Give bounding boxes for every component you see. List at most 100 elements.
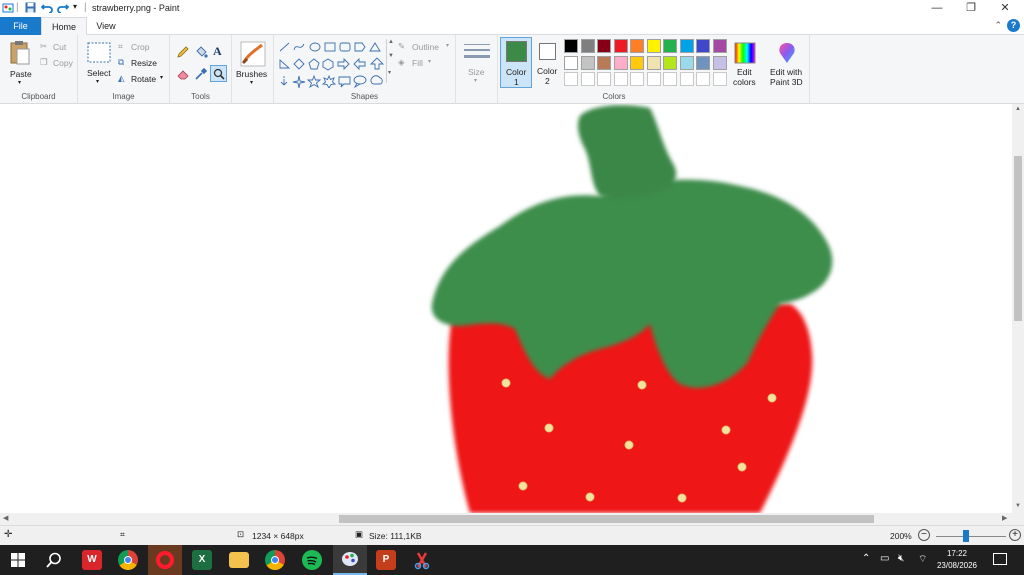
vertical-scroll-thumb[interactable] xyxy=(1014,156,1022,321)
copy-button[interactable]: ❐ Copy xyxy=(40,57,76,69)
clock-date[interactable]: 23/08/2026 xyxy=(934,561,980,570)
file-explorer-icon[interactable] xyxy=(229,552,249,568)
custom-color-slot[interactable] xyxy=(597,72,611,86)
palette-swatch[interactable] xyxy=(597,39,611,53)
palette-swatch[interactable] xyxy=(564,55,578,70)
palette-swatch[interactable] xyxy=(597,55,611,70)
palette-swatch[interactable] xyxy=(580,39,595,53)
spotify-icon[interactable] xyxy=(302,550,322,570)
palette-swatch[interactable] xyxy=(663,55,677,70)
custom-color-slot[interactable] xyxy=(564,72,578,86)
outline-button[interactable]: ✎ Outline ▾ xyxy=(398,41,454,53)
zoom-slider-track[interactable] xyxy=(936,536,1006,537)
horizontal-scrollbar[interactable]: ◀ ▶ xyxy=(0,513,1012,525)
custom-color-slot[interactable] xyxy=(663,72,677,86)
help-icon[interactable]: ? xyxy=(1007,19,1020,32)
snipping-tool-icon[interactable] xyxy=(412,550,432,570)
color1-button[interactable]: Color 1 xyxy=(500,37,532,88)
search-icon[interactable] xyxy=(46,552,62,568)
paint-icon[interactable] xyxy=(333,545,367,575)
resize-button[interactable]: ⧉ Resize xyxy=(118,57,166,69)
scroll-up-icon[interactable]: ▲ xyxy=(1015,106,1021,112)
clock-time[interactable]: 17:22 xyxy=(934,549,980,558)
expand-gallery-icon[interactable]: ▾ xyxy=(388,69,391,76)
restore-button[interactable]: ❐ xyxy=(954,0,988,17)
scroll-left-icon[interactable]: ◀ xyxy=(3,514,8,522)
palette-swatch[interactable] xyxy=(630,39,644,53)
scroll-up-icon[interactable]: ▲ xyxy=(388,39,394,45)
collapse-ribbon-icon[interactable]: ⌃ xyxy=(994,20,1002,31)
custom-color-slot[interactable] xyxy=(646,72,661,86)
palette-swatch[interactable] xyxy=(580,55,595,70)
tab-home[interactable]: Home xyxy=(41,17,87,36)
shapes-scroll[interactable]: ▲ ▼ ▾ xyxy=(386,39,394,83)
cut-button[interactable]: ✂ Cut xyxy=(40,41,76,53)
zoom-slider-thumb[interactable] xyxy=(963,530,970,542)
close-button[interactable]: ✕ xyxy=(988,0,1022,17)
palette-swatch[interactable] xyxy=(712,55,727,70)
custom-color-slot[interactable] xyxy=(580,72,595,86)
vertical-scrollbar[interactable]: ▲ ▼ xyxy=(1012,104,1024,513)
horizontal-scroll-thumb[interactable] xyxy=(339,515,874,523)
custom-color-slot[interactable] xyxy=(696,72,710,86)
palette-swatch[interactable] xyxy=(696,55,710,70)
opera-icon[interactable] xyxy=(148,545,182,575)
zoom-out-button[interactable]: − xyxy=(918,529,930,541)
palette-swatch[interactable] xyxy=(613,39,628,53)
brushes-button[interactable]: Brushes ▾ xyxy=(234,39,272,89)
show-hidden-icons-icon[interactable]: ⌃ xyxy=(862,553,870,564)
crop-button[interactable]: ⌗ Crop xyxy=(118,41,166,53)
color-picker-icon[interactable] xyxy=(194,67,208,81)
fill-button[interactable]: ◈ Fill ▾ xyxy=(398,57,454,69)
edit-with-paint3d-button[interactable]: Edit with Paint 3D xyxy=(766,39,810,91)
drawing-canvas[interactable] xyxy=(0,104,1012,513)
eraser-icon[interactable] xyxy=(176,67,190,81)
palette-swatch[interactable] xyxy=(646,55,661,70)
chrome-profile-icon[interactable] xyxy=(265,550,285,570)
size-button[interactable]: Size ▾ xyxy=(460,39,494,89)
save-icon[interactable] xyxy=(25,2,36,13)
palette-swatch[interactable] xyxy=(696,39,710,53)
volume-muted-icon[interactable]: 🔇︎ xyxy=(898,553,904,564)
pencil-icon[interactable] xyxy=(176,45,190,59)
palette-swatch[interactable] xyxy=(679,39,694,53)
rotate-button[interactable]: ◭ Rotate ▾ xyxy=(118,73,168,85)
custom-color-slot[interactable] xyxy=(712,72,727,86)
custom-color-slot[interactable] xyxy=(613,72,628,86)
select-button[interactable]: Select ▾ xyxy=(84,40,114,88)
excel-icon[interactable]: X xyxy=(192,550,212,570)
tab-file[interactable]: File xyxy=(0,17,41,35)
custom-color-slot[interactable] xyxy=(630,72,644,86)
palette-swatch[interactable] xyxy=(646,39,661,53)
wifi-icon[interactable]: ⌔ xyxy=(918,553,927,566)
customize-quick-access-icon[interactable]: ▾ xyxy=(73,2,77,11)
fill-bucket-icon[interactable] xyxy=(194,45,208,59)
notifications-icon[interactable] xyxy=(993,553,1007,565)
palette-swatch[interactable] xyxy=(712,39,727,53)
palette-swatch[interactable] xyxy=(679,55,694,70)
text-tool-icon[interactable]: A xyxy=(213,44,222,59)
edit-colors-button[interactable]: Edit colors xyxy=(730,39,760,89)
scroll-right-icon[interactable]: ▶ xyxy=(1002,514,1007,522)
undo-icon[interactable] xyxy=(41,2,53,13)
canvas-workspace[interactable] xyxy=(0,104,1012,513)
wps-icon[interactable]: W xyxy=(82,550,102,570)
windows-start-icon[interactable] xyxy=(11,553,25,567)
custom-color-slot[interactable] xyxy=(679,72,694,86)
shapes-gallery[interactable] xyxy=(278,40,394,88)
battery-icon[interactable]: ▭ xyxy=(880,553,889,564)
palette-swatch[interactable] xyxy=(564,39,578,53)
scroll-down-icon[interactable]: ▼ xyxy=(388,53,394,59)
palette-swatch[interactable] xyxy=(663,39,677,53)
scroll-down-icon[interactable]: ▼ xyxy=(1015,503,1021,509)
powerpoint-icon[interactable]: P xyxy=(376,550,396,570)
color2-button[interactable]: Color 2 xyxy=(534,37,564,88)
palette-swatch[interactable] xyxy=(630,55,644,70)
chrome-icon[interactable] xyxy=(118,550,138,570)
paste-button[interactable]: Paste ▾ xyxy=(4,38,36,88)
magnifier-button[interactable] xyxy=(210,65,227,82)
zoom-in-button[interactable]: + xyxy=(1009,529,1021,541)
redo-icon[interactable] xyxy=(57,2,69,13)
tab-view[interactable]: View xyxy=(87,17,125,35)
palette-swatch[interactable] xyxy=(613,55,628,70)
